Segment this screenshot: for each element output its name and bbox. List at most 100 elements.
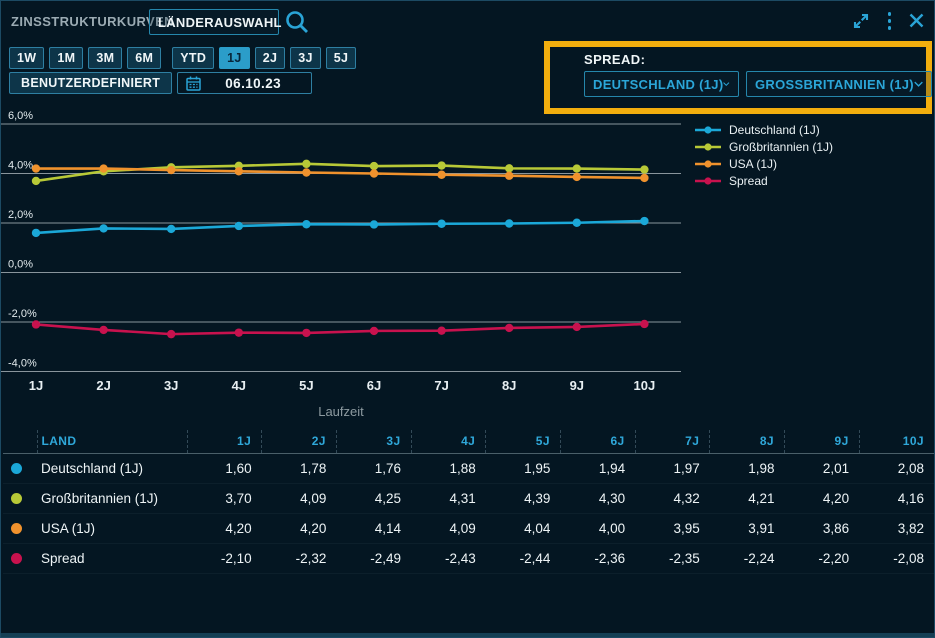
- series-color-dot: [11, 463, 22, 474]
- spread-select-right-value: GROSSBRITANNIEN (1J): [755, 77, 914, 92]
- data-point: [573, 323, 581, 331]
- chevron-down-icon: [723, 80, 730, 88]
- column-header-1j[interactable]: 1J: [187, 430, 262, 453]
- data-point: [437, 171, 445, 179]
- legend-label: Deutschland (1J): [729, 123, 820, 137]
- value-cell: 2,01: [785, 453, 860, 483]
- value-cell: -2,32: [262, 543, 337, 573]
- data-point: [235, 167, 243, 175]
- data-point: [437, 220, 445, 228]
- period-button-1j[interactable]: 1J: [219, 47, 250, 69]
- value-cell: 3,95: [635, 513, 710, 543]
- data-point: [437, 326, 445, 334]
- data-point: [167, 166, 175, 174]
- data-point: [302, 160, 310, 168]
- value-cell: 4,20: [785, 483, 860, 513]
- column-header-8j[interactable]: 8J: [710, 430, 785, 453]
- yield-table: LAND1J2J3J4J5J6J7J8J9J10J Deutschland (1…: [3, 430, 934, 574]
- data-point: [370, 220, 378, 228]
- column-header-9j[interactable]: 9J: [785, 430, 860, 453]
- country-select[interactable]: LÄNDERAUSWAHL: [149, 9, 279, 35]
- value-cell: -2,24: [710, 543, 785, 573]
- value-cell: -2,43: [411, 543, 486, 573]
- period-button-ytd[interactable]: YTD: [172, 47, 214, 69]
- value-cell: 1,88: [411, 453, 486, 483]
- dot-cell: [3, 513, 37, 543]
- value-cell: -2,49: [336, 543, 411, 573]
- value-cell: 4,31: [411, 483, 486, 513]
- y-tick-label: -4,0%: [8, 358, 37, 370]
- table-row[interactable]: Deutschland (1J)1,601,781,761,881,951,94…: [3, 453, 934, 483]
- table-row[interactable]: Großbritannien (1J)3,704,094,254,314,394…: [3, 483, 934, 513]
- yield-curve-chart: 6,0%4,0%2,0%0,0%-2,0%-4,0%1J2J3J4J5J6J7J…: [1, 105, 681, 405]
- dot-cell: [3, 453, 37, 483]
- table-row[interactable]: Spread-2,10-2,32-2,49-2,43-2,44-2,36-2,3…: [3, 543, 934, 573]
- y-tick-label: 6,0%: [8, 110, 33, 122]
- column-header-10j[interactable]: 10J: [859, 430, 934, 453]
- column-header-7j[interactable]: 7J: [635, 430, 710, 453]
- column-header-5j[interactable]: 5J: [486, 430, 561, 453]
- data-point: [32, 164, 40, 172]
- legend-label: Spread: [729, 174, 768, 188]
- legend-label: Großbritannien (1J): [729, 140, 833, 154]
- period-button-2j[interactable]: 2J: [255, 47, 286, 69]
- period-button-3j[interactable]: 3J: [290, 47, 321, 69]
- table-row[interactable]: USA (1J)4,204,204,144,094,044,003,953,91…: [3, 513, 934, 543]
- column-header-4j[interactable]: 4J: [411, 430, 486, 453]
- period-button-3m[interactable]: 3M: [88, 47, 122, 69]
- custom-period-button[interactable]: BENUTZERDEFINIERT: [9, 72, 172, 94]
- x-tick-label: 6J: [367, 378, 381, 393]
- period-button-1m[interactable]: 1M: [49, 47, 83, 69]
- data-point: [302, 329, 310, 337]
- expand-icon[interactable]: [851, 11, 871, 31]
- legend-item[interactable]: Deutschland (1J): [695, 121, 833, 138]
- x-tick-label: 2J: [96, 378, 110, 393]
- x-tick-label: 3J: [164, 378, 178, 393]
- value-cell: -2,08: [859, 543, 934, 573]
- dot-column-header: [3, 430, 37, 453]
- x-tick-label: 9J: [570, 378, 584, 393]
- data-point: [235, 222, 243, 230]
- data-point: [167, 330, 175, 338]
- period-button-1w[interactable]: 1W: [9, 47, 44, 69]
- value-cell: 4,39: [486, 483, 561, 513]
- land-column-header[interactable]: LAND: [37, 430, 187, 453]
- data-point: [437, 161, 445, 169]
- column-header-2j[interactable]: 2J: [262, 430, 337, 453]
- data-point: [99, 164, 107, 172]
- data-point: [505, 164, 513, 172]
- y-tick-label: 4,0%: [8, 160, 33, 172]
- value-cell: 1,76: [336, 453, 411, 483]
- spread-select-right[interactable]: GROSSBRITANNIEN (1J): [746, 71, 932, 97]
- value-cell: 4,20: [187, 513, 262, 543]
- data-point: [235, 328, 243, 336]
- data-point: [99, 326, 107, 334]
- legend-item[interactable]: Großbritannien (1J): [695, 138, 833, 155]
- data-point: [32, 320, 40, 328]
- date-value: 06.10.23: [202, 76, 304, 91]
- column-header-6j[interactable]: 6J: [560, 430, 635, 453]
- date-field[interactable]: 06.10.23: [177, 72, 312, 94]
- value-cell: 1,97: [635, 453, 710, 483]
- value-cell: 4,04: [486, 513, 561, 543]
- data-point: [99, 224, 107, 232]
- data-point: [302, 168, 310, 176]
- close-icon[interactable]: [908, 12, 925, 29]
- legend-marker: [695, 142, 721, 152]
- period-button-5j[interactable]: 5J: [326, 47, 357, 69]
- legend-marker: [695, 159, 721, 169]
- value-cell: 4,32: [635, 483, 710, 513]
- column-header-3j[interactable]: 3J: [336, 430, 411, 453]
- data-point: [573, 173, 581, 181]
- calendar-icon: [185, 75, 202, 92]
- kebab-menu-icon[interactable]: [884, 10, 896, 32]
- period-button-6m[interactable]: 6M: [127, 47, 161, 69]
- search-icon[interactable]: [284, 9, 310, 35]
- data-point: [640, 174, 648, 182]
- legend-item[interactable]: USA (1J): [695, 155, 833, 172]
- legend-item[interactable]: Spread: [695, 172, 833, 189]
- spread-select-left-value: DEUTSCHLAND (1J): [593, 77, 723, 92]
- spread-select-left[interactable]: DEUTSCHLAND (1J): [584, 71, 739, 97]
- x-tick-label: 10J: [634, 378, 656, 393]
- value-cell: 3,70: [187, 483, 262, 513]
